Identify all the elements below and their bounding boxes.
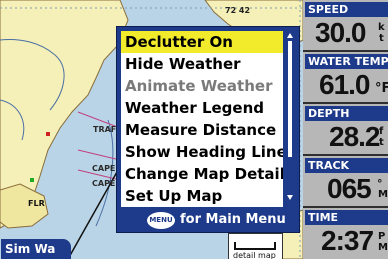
menu-item-change-map-detail[interactable]: Change Map Detail bbox=[121, 163, 283, 185]
data-field-speed[interactable]: SPEED 30.0 k t bbox=[303, 0, 388, 50]
scale-detail-label: detail map bbox=[233, 251, 276, 259]
data-field-water-temp[interactable]: WATER TEMP 61.0 °F bbox=[303, 52, 388, 102]
scroll-thumb[interactable] bbox=[288, 41, 292, 157]
scroll-up-icon bbox=[287, 33, 293, 38]
menu-item-animate-weather[interactable]: Animate Weather bbox=[121, 75, 283, 97]
field-value-water-temp: 61.0 bbox=[319, 69, 370, 100]
menu-item-set-up-map[interactable]: Set Up Map bbox=[121, 185, 283, 207]
field-label-depth: DEPTH bbox=[308, 107, 350, 120]
menu-item-declutter-on[interactable]: Declutter On bbox=[121, 31, 283, 53]
field-unit-time-bottom: M bbox=[378, 242, 388, 253]
menu-key-icon: MENU bbox=[147, 212, 175, 229]
map-label-cape: CAPE bbox=[92, 164, 116, 173]
field-label-water-temp: WATER TEMP bbox=[308, 55, 388, 68]
scroll-down-icon bbox=[287, 195, 293, 200]
field-label-speed: SPEED bbox=[308, 3, 349, 16]
field-value-speed: 30.0 bbox=[315, 17, 366, 48]
buoy-marker bbox=[46, 132, 50, 136]
menu-item-show-heading-line[interactable]: Show Heading Line bbox=[121, 141, 283, 163]
map-depth-label: 72 42 bbox=[225, 6, 251, 15]
field-unit-speed-bottom: t bbox=[379, 33, 384, 44]
field-unit-track-bottom: M bbox=[378, 189, 388, 200]
buoy-marker bbox=[30, 178, 34, 182]
simulator-label: Sim Wa bbox=[5, 242, 56, 256]
menu-item-hide-weather[interactable]: Hide Weather bbox=[121, 53, 283, 75]
map-label-cape: CAPE bbox=[92, 179, 116, 188]
scale-bar bbox=[234, 242, 276, 250]
data-field-depth[interactable]: DEPTH 28.2 f t bbox=[303, 104, 388, 154]
field-value-depth: 28.2 bbox=[329, 121, 380, 152]
field-unit-water-temp: °F bbox=[375, 81, 388, 96]
field-unit-depth-bottom: t bbox=[379, 137, 384, 148]
map-scale: detail map bbox=[228, 233, 283, 259]
field-value-track: 065 bbox=[327, 173, 372, 204]
menu-item-weather-legend[interactable]: Weather Legend bbox=[121, 97, 283, 119]
field-unit-speed-top: k bbox=[378, 22, 385, 33]
field-unit-time-top: P bbox=[378, 231, 386, 242]
menu-item-measure-distance[interactable]: Measure Distance bbox=[121, 119, 283, 141]
menu-list: Declutter On Hide Weather Animate Weathe… bbox=[121, 31, 283, 207]
field-unit-depth-top: f bbox=[379, 126, 384, 137]
menu-footer-hint: for Main Menu bbox=[180, 212, 286, 227]
chartplotter-screen: 72 42 TRAFF CAPE CAPE FLR Sim Wa detail … bbox=[0, 0, 388, 259]
traffic-lane bbox=[77, 149, 121, 161]
field-value-time: 2:37 bbox=[321, 225, 374, 256]
data-field-track[interactable]: TRACK 065 ° M bbox=[303, 156, 388, 206]
depth-contour bbox=[95, 119, 114, 227]
menu-footer: MENU for Main Menu bbox=[117, 208, 299, 232]
menu-key-label: MENU bbox=[149, 216, 173, 224]
menu-scrollbar[interactable] bbox=[287, 33, 294, 205]
map-options-menu: Declutter On Hide Weather Animate Weathe… bbox=[117, 27, 299, 232]
data-field-time[interactable]: TIME 2:37 P M bbox=[303, 208, 388, 259]
field-label-time: TIME bbox=[308, 211, 339, 224]
field-label-track: TRACK bbox=[308, 159, 350, 172]
map-label-light: FLR bbox=[28, 199, 45, 208]
